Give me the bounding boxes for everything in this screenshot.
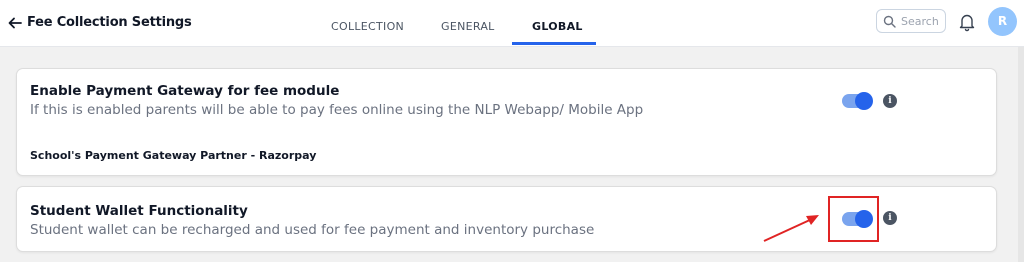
search-input[interactable] <box>901 13 945 29</box>
tab-collection[interactable]: COLLECTION <box>331 20 404 33</box>
tab-global[interactable]: GLOBAL <box>532 20 583 33</box>
tab-general[interactable]: GENERAL <box>441 20 495 33</box>
page-title: Fee Collection Settings <box>27 15 192 30</box>
setting-title: Enable Payment Gateway for fee module <box>30 83 340 99</box>
payment-partner-label: School's Payment Gateway Partner - Razor… <box>30 149 317 162</box>
setting-title: Student Wallet Functionality <box>30 203 248 219</box>
setting-description: Student wallet can be recharged and used… <box>30 222 595 238</box>
avatar[interactable]: R <box>988 7 1017 36</box>
toggle-knob <box>855 210 873 228</box>
setting-description: If this is enabled parents will be able … <box>30 102 644 118</box>
bell-icon[interactable] <box>958 12 976 32</box>
active-tab-indicator <box>512 42 596 45</box>
search-icon <box>883 15 896 28</box>
scrollbar-track[interactable] <box>1018 47 1024 262</box>
info-icon[interactable]: i <box>883 94 897 108</box>
student-wallet-setting-card: Student Wallet Functionality Student wal… <box>16 186 997 252</box>
info-icon[interactable]: i <box>883 211 897 225</box>
toggle-knob <box>855 92 873 110</box>
back-arrow-icon[interactable] <box>7 15 23 31</box>
student-wallet-toggle[interactable] <box>842 210 873 228</box>
payment-gateway-setting-card: Enable Payment Gateway for fee module If… <box>16 68 997 176</box>
search-box[interactable] <box>876 9 946 33</box>
top-bar: Fee Collection Settings COLLECTION GENER… <box>0 0 1024 47</box>
payment-gateway-toggle[interactable] <box>842 92 873 110</box>
